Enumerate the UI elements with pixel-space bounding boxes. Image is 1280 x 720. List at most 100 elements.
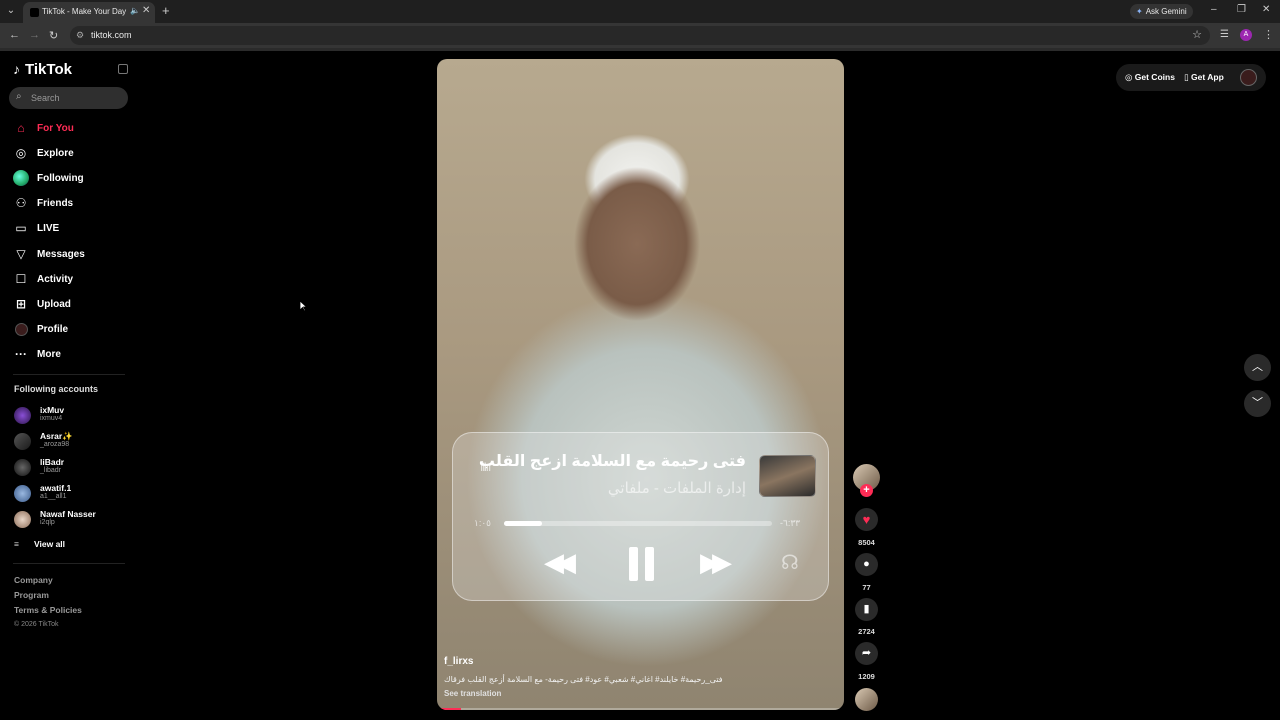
audio-playing-icon[interactable]: 🔈 [130,6,140,15]
list-icon: ≡ [14,539,19,549]
like-count: 8504 [858,538,875,547]
footer-company[interactable]: Company [14,575,53,585]
home-icon: ⌂ [17,121,25,135]
more-icon: ··· [15,347,27,361]
site-info-icon[interactable]: ⚙ [76,30,84,41]
logo-text: TikTok [25,61,72,78]
follow-plus-icon[interactable]: + [860,484,873,497]
nav-activity[interactable]: ☐ Activity [13,270,74,288]
nav-live[interactable]: ▭ LIVE [13,219,59,237]
nav-label: Activity [37,273,74,285]
reload-icon[interactable]: ↻ [49,29,58,42]
nav-upload[interactable]: ⊞ Upload [13,295,71,313]
footer-program[interactable]: Program [14,590,49,600]
video-username[interactable]: f_lirxs [444,656,473,667]
nav-label: LIVE [37,222,60,234]
nav-explore[interactable]: ◎ Explore [13,144,74,162]
account-avatar [14,407,31,424]
nav-label: For You [37,122,74,134]
bookmark-icon[interactable]: ▮ [855,598,878,621]
omnibox[interactable]: ⚙ tiktok.com ☆ [70,26,1210,45]
nav-label: Friends [37,197,74,209]
see-translation-link[interactable]: See translation [444,689,501,698]
account-handle: a1__all1 [40,493,67,500]
account-name: awatif.1 [40,483,72,493]
forward-icon[interactable]: → [29,29,40,41]
sound-disc-avatar[interactable] [855,688,878,711]
song-artist: إدارة الملفات - ملفاتي [607,480,746,497]
nav-label: Messages [37,248,85,260]
user-avatar[interactable] [1240,69,1257,86]
nav-profile[interactable]: Profile [13,320,68,338]
account-handle: ixmuv4 [40,415,63,422]
url-text[interactable]: tiktok.com [91,30,132,40]
restore-icon[interactable]: ❐ [1237,4,1246,15]
get-coins-label: Get Coins [1134,72,1175,82]
get-app-button[interactable]: ▯ Get App [1184,72,1224,83]
coin-icon: ◎ [1125,72,1135,82]
time-remaining: -٦:٣٣ [780,518,801,528]
nav-label: Upload [37,298,71,310]
get-coins-button[interactable]: ◎ Get Coins [1125,72,1175,83]
sidebar-divider [13,563,125,564]
video-progress-bar[interactable] [437,708,844,710]
comment-icon[interactable]: ● [855,553,878,576]
search-box[interactable]: ⌕ [9,87,128,109]
fast-forward-icon: ▶▶ [700,547,732,577]
back-icon[interactable]: ← [9,29,20,41]
nav-for-you[interactable]: ⌂ For You [13,119,74,137]
share-arrow-icon[interactable]: ➦ [855,642,878,665]
nav-friends[interactable]: ⚇ Friends [13,194,74,212]
song-progress-bar [504,521,772,526]
song-progress-fill [504,521,542,526]
video-caption: فتى_رحيمة# خايلند# اغاني# شعبي# عود# فتى… [444,675,723,684]
nav-messages[interactable]: ▽ Messages [13,245,85,263]
new-tab-icon[interactable]: + [162,3,170,18]
get-app-label: Get App [1191,72,1224,82]
browser-tab-bar: ⌄ TikTok - Make Your Day 🔈 ✕ + ✦ Ask Gemi… [0,0,1280,23]
account-avatar [14,485,31,502]
close-window-icon[interactable]: ✕ [1262,4,1270,15]
minimize-icon[interactable]: – [1211,4,1217,15]
messages-icon: ▽ [16,247,26,261]
share-count: 1209 [858,672,875,681]
account-avatar [14,433,31,450]
account-avatar [14,511,31,528]
nav-following[interactable]: Following [13,169,84,187]
collapse-sidebar-icon[interactable] [118,64,128,74]
account-name: liBadr [40,457,65,467]
live-icon: ▭ [15,221,27,235]
next-video-chevron-down-icon[interactable]: ﹀ [1244,390,1271,417]
footer-terms[interactable]: Terms & Policies [14,605,82,615]
nav-label: Profile [37,323,69,335]
upload-icon: ⊞ [15,297,27,311]
phone-icon: ▯ [1184,72,1192,82]
account-handle: _aroza98 [40,441,70,448]
search-input[interactable] [31,91,121,105]
nav-more[interactable]: ··· More [13,345,61,363]
time-elapsed: ١:٠٥ [474,518,492,528]
account-handle: i2qlp [40,519,55,526]
browser-tab[interactable]: TikTok - Make Your Day 🔈 ✕ [23,2,155,23]
nav-label: Following [37,172,84,184]
bookmark-star-icon[interactable]: ☆ [1192,28,1202,41]
view-all-link[interactable]: ≡ View all [14,539,65,549]
account-name: ixMuv [40,405,65,415]
song-title: فتى رحيمة مع السلامة ازعج القلب [478,453,746,470]
tiktok-logo[interactable]: ♪ TikTok [13,61,72,78]
nav-label: Explore [37,147,74,159]
pause-icon [629,547,655,581]
extensions-icon[interactable]: ☰ [1220,29,1229,40]
tab-close-icon[interactable]: ✕ [142,5,150,16]
browser-profile-avatar[interactable]: A [1240,29,1252,41]
following-accounts-title: Following accounts [14,384,99,394]
tab-search-icon[interactable]: ⌄ [4,4,18,18]
video-player[interactable]: f_lirxs فتى_رحيمة# خايلند# اغاني# شعبي# … [437,59,844,710]
ask-gemini-button[interactable]: ✦ Ask Gemini [1130,4,1193,19]
previous-video-chevron-up-icon[interactable]: ︿ [1244,354,1271,381]
gemini-sparkle-icon: ✦ [1136,7,1143,16]
activity-icon: ☐ [15,272,27,286]
like-heart-icon[interactable]: ♥ [855,508,878,531]
browser-menu-icon[interactable]: ⋮ [1263,28,1274,41]
rewind-icon: ◀◀ [544,547,576,577]
